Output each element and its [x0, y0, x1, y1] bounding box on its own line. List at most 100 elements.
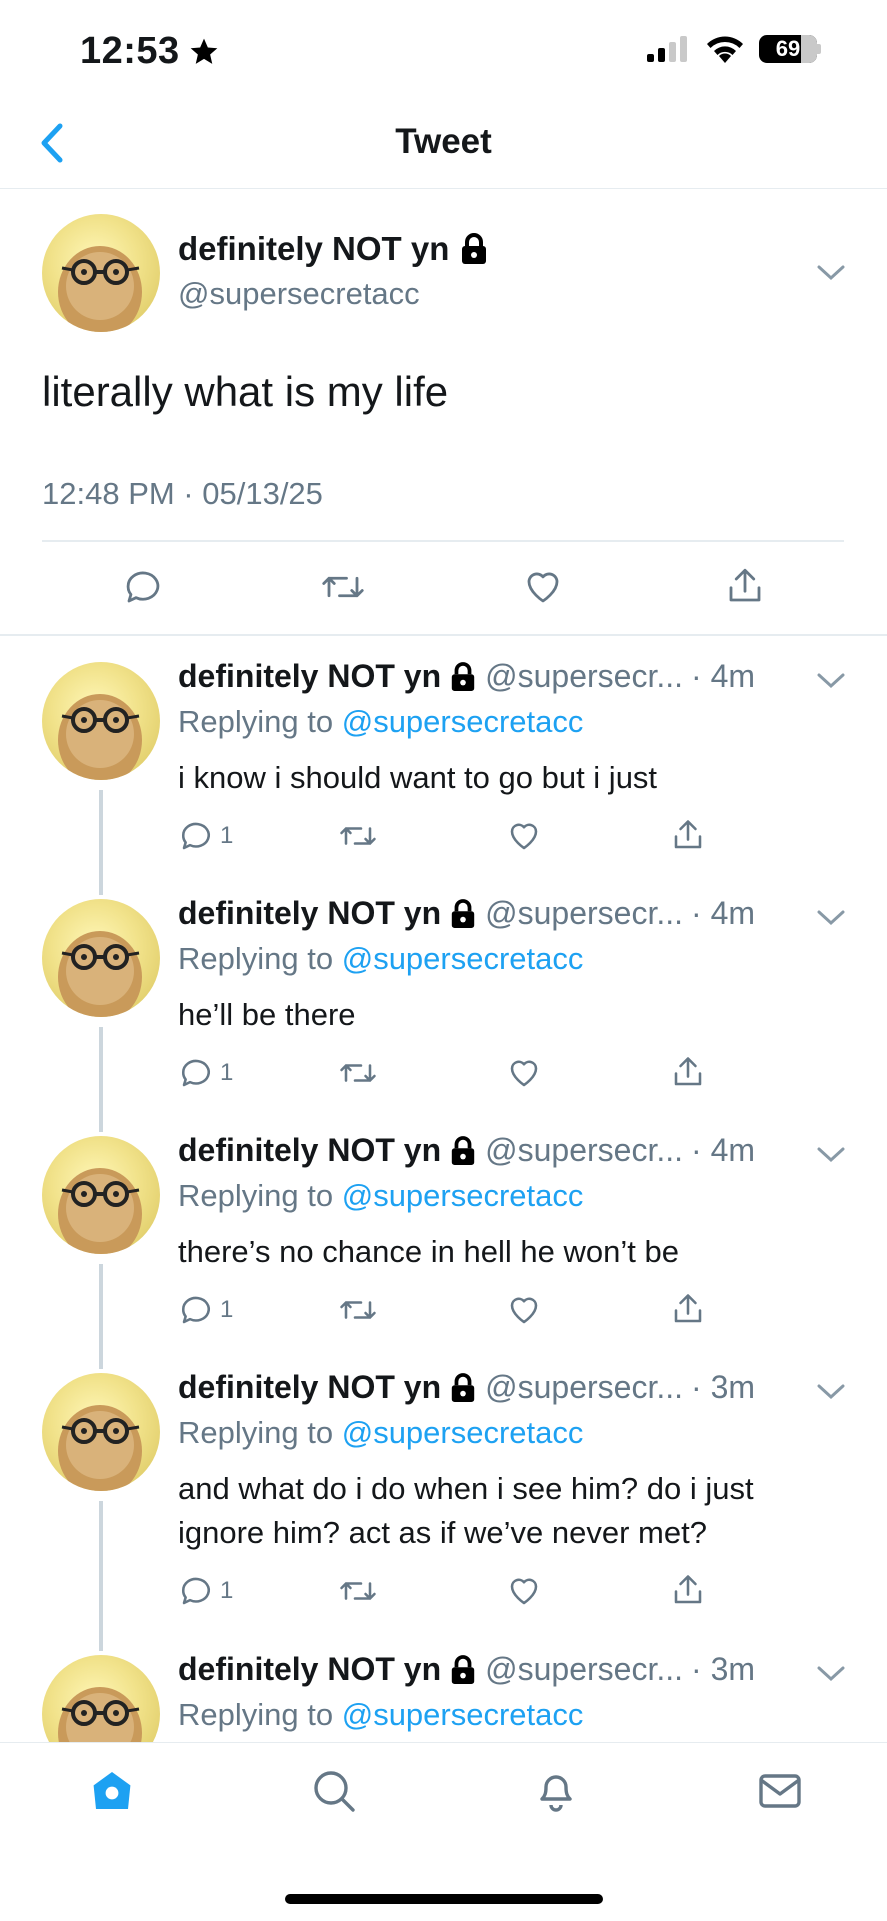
divider [42, 540, 844, 542]
replying-to-label: Replying to [178, 1415, 342, 1450]
reply-button[interactable]: 1 [178, 1292, 233, 1328]
author-name: definitely NOT yn [178, 658, 442, 694]
reply-text: and what do i do when i see him? do i ju… [178, 1471, 754, 1550]
battery-level: 69 [775, 36, 801, 61]
avatar[interactable] [42, 899, 160, 1017]
tweet-timestamp: 12:48 PM · 05/13/25 [42, 476, 323, 511]
home-icon[interactable] [88, 1767, 136, 1815]
heart-icon[interactable] [506, 1292, 542, 1328]
author-name-text: definitely NOT yn [178, 230, 450, 267]
mail-icon[interactable] [756, 1767, 804, 1815]
bell-icon[interactable] [532, 1765, 580, 1815]
tweet-age: · 4m [691, 1132, 756, 1168]
home-indicator [285, 1894, 603, 1904]
author-name: definitely NOT yn [178, 1132, 442, 1168]
avatar[interactable] [42, 1136, 160, 1254]
reply-header[interactable]: definitely NOT yn @supersecr... · 3m [178, 1651, 755, 1688]
reply-header[interactable]: definitely NOT yn @supersecr... · 3m [178, 1369, 755, 1406]
reply-count: 1 [220, 1059, 234, 1086]
retweet-icon[interactable] [338, 818, 378, 854]
replying-to-label: Replying to [178, 1178, 342, 1213]
reply-icon [181, 1296, 211, 1324]
chevron-down-icon[interactable] [816, 1146, 846, 1164]
chevron-down-icon[interactable] [816, 264, 846, 282]
heart-icon[interactable] [506, 1055, 542, 1091]
share-icon[interactable] [724, 564, 766, 608]
replying-to-label: Replying to [178, 1697, 342, 1732]
avatar[interactable] [42, 662, 160, 780]
reply-button[interactable]: 1 [178, 1573, 233, 1609]
lock-icon [462, 233, 487, 264]
reply-icon[interactable] [122, 566, 164, 608]
author-handle[interactable]: @supersecretacc [178, 276, 420, 312]
heart-icon[interactable] [506, 1573, 542, 1609]
heart-icon[interactable] [522, 566, 564, 608]
lock-icon [451, 661, 475, 691]
replying-to-link[interactable]: @supersecretacc [342, 1697, 584, 1732]
thread-line [99, 790, 103, 895]
battery-indicator: 69 [759, 35, 821, 63]
reply-button[interactable]: 1 [178, 1055, 233, 1091]
author-handle: @supersecr... [485, 895, 684, 931]
replying-to-link[interactable]: @supersecretacc [342, 941, 584, 976]
author-name: definitely NOT yn [178, 1651, 442, 1687]
page-title: Tweet [395, 122, 492, 161]
reply-header[interactable]: definitely NOT yn @supersecr... · 4m [178, 1132, 755, 1169]
chevron-down-icon[interactable] [816, 1665, 846, 1683]
thread-line [99, 1501, 103, 1651]
retweet-icon[interactable] [338, 1292, 378, 1328]
heart-icon[interactable] [506, 818, 542, 854]
tweet-text: literally what is my life [42, 368, 449, 415]
replying-to-link[interactable]: @supersecretacc [342, 1415, 584, 1450]
share-icon[interactable] [670, 1571, 706, 1609]
avatar-image [58, 246, 142, 332]
retweet-icon[interactable] [338, 1055, 378, 1091]
author-name: definitely NOT yn [178, 895, 442, 931]
avatar-image [58, 931, 142, 1017]
retweet-icon[interactable] [338, 1573, 378, 1609]
replying-to-label: Replying to [178, 941, 342, 976]
retweet-icon[interactable] [320, 566, 366, 608]
reply-action-bar: 1 [178, 1292, 718, 1332]
replying-to-label: Replying to [178, 704, 342, 739]
author-name[interactable]: definitely NOT yn [178, 230, 489, 268]
tweet-age: · 4m [691, 895, 756, 931]
replying-to: Replying to @supersecretacc [178, 941, 583, 977]
chevron-down-icon[interactable] [816, 909, 846, 927]
replying-to-link[interactable]: @supersecretacc [342, 704, 584, 739]
avatar[interactable] [42, 1373, 160, 1491]
author-name: definitely NOT yn [178, 1369, 442, 1405]
avatar-image [58, 1168, 142, 1254]
replying-to: Replying to @supersecretacc [178, 1697, 583, 1733]
reply-count: 1 [220, 1296, 234, 1323]
wifi-icon [707, 36, 743, 63]
avatar-image [58, 694, 142, 780]
status-bar-indicators: 69 [647, 34, 821, 64]
share-icon[interactable] [670, 816, 706, 854]
reply-count: 1 [220, 1577, 234, 1604]
avatar-image [58, 1405, 142, 1491]
reply-text: i know i should want to go but i just [178, 760, 658, 795]
status-bar-time: 12:53 [80, 30, 220, 73]
reply-action-bar: 1 [178, 1055, 718, 1095]
search-icon[interactable] [310, 1767, 358, 1815]
chevron-down-icon[interactable] [816, 1383, 846, 1401]
share-icon[interactable] [670, 1290, 706, 1328]
share-icon[interactable] [670, 1053, 706, 1091]
avatar[interactable] [42, 214, 160, 332]
lock-icon [451, 1654, 475, 1684]
chevron-down-icon[interactable] [816, 672, 846, 690]
reply-action-bar: 1 [178, 1573, 718, 1613]
author-handle: @supersecr... [485, 1132, 684, 1168]
reply-header[interactable]: definitely NOT yn @supersecr... · 4m [178, 658, 755, 695]
cellular-signal-icon [647, 36, 687, 62]
lock-icon [451, 1372, 475, 1402]
reply-text: he’ll be there [178, 997, 356, 1032]
star-icon [190, 38, 218, 64]
replying-to-link[interactable]: @supersecretacc [342, 1178, 584, 1213]
reply-header[interactable]: definitely NOT yn @supersecr... · 4m [178, 895, 755, 932]
reply-button[interactable]: 1 [178, 818, 233, 854]
reply-icon [181, 1059, 211, 1087]
author-handle: @supersecr... [485, 1651, 684, 1687]
tweet-age: · 3m [691, 1651, 756, 1687]
